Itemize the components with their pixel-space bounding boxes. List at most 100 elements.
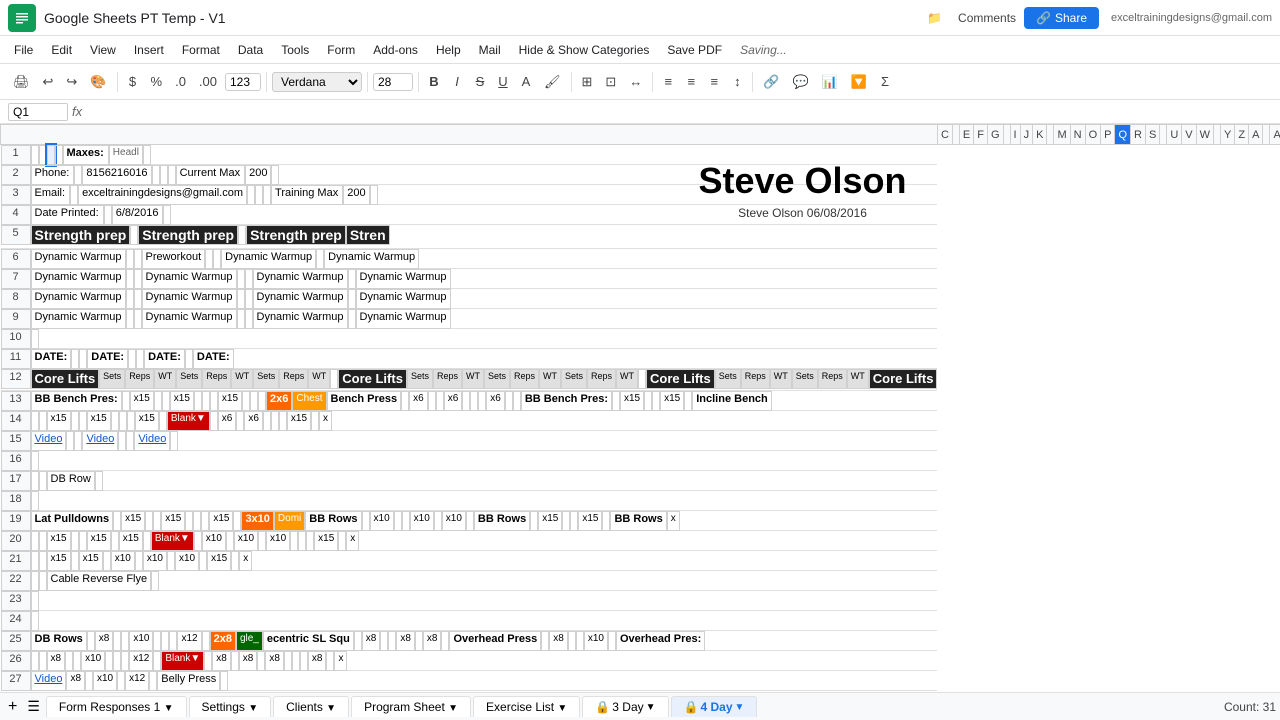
reps-21-6[interactable]: x10 [175, 551, 199, 571]
menu-data[interactable]: Data [230, 41, 271, 59]
cell-av20[interactable]: x [346, 531, 359, 551]
cell-pq5[interactable] [130, 225, 138, 245]
cell-v19[interactable] [394, 511, 402, 531]
cell-r2[interactable] [168, 165, 176, 185]
cell-p3[interactable] [247, 185, 255, 205]
cell-p1[interactable] [39, 145, 47, 165]
tab-settings-arrow[interactable]: ▼ [248, 703, 258, 714]
row11-middle[interactable] [71, 349, 79, 369]
col-AB[interactable] [1263, 125, 1270, 145]
cell-j14[interactable] [111, 411, 119, 431]
bold-button[interactable]: B [424, 72, 444, 91]
tab-4day-arrow[interactable]: ▼ [735, 702, 745, 713]
cell-r14[interactable] [210, 411, 218, 431]
currency-btn[interactable]: $ [123, 72, 143, 91]
cells-r20[interactable] [194, 531, 202, 551]
row11-mid2[interactable] [128, 349, 136, 369]
cell-ab13[interactable] [478, 391, 486, 411]
cell-warmup2-vals8[interactable] [237, 289, 245, 309]
reps-13-2[interactable]: x15 [170, 391, 194, 411]
cell-j13[interactable] [194, 391, 202, 411]
col-AA[interactable]: A [1249, 125, 1263, 145]
reps-20-6[interactable]: x10 [266, 531, 290, 551]
cells-right22[interactable] [151, 571, 159, 591]
tab-3day[interactable]: 🔒 3 Day ▼ [582, 696, 668, 717]
cell-q20-blank[interactable]: Blank▼ [151, 531, 194, 551]
reps-14-5[interactable]: x6 [244, 411, 263, 431]
cells-v21[interactable] [135, 551, 143, 571]
cell-w13[interactable] [436, 391, 444, 411]
cell-av21[interactable]: x [239, 551, 252, 571]
cell-d3[interactable] [70, 185, 78, 205]
cells-ab25[interactable] [441, 631, 449, 651]
cell-k26[interactable] [113, 651, 121, 671]
tab-exercise-list[interactable]: Exercise List ▼ [473, 696, 580, 717]
cell-warmup2-vals[interactable] [205, 249, 213, 269]
cell-pq8[interactable] [134, 289, 142, 309]
menu-view[interactable]: View [82, 41, 124, 59]
tab-settings[interactable]: Settings ▼ [189, 696, 272, 717]
cell-r13[interactable]: Chest [292, 391, 326, 411]
reps-20-2[interactable]: x15 [87, 531, 111, 551]
menu-hide-show[interactable]: Hide & Show Categories [511, 41, 658, 59]
cell-r19[interactable]: Domi [274, 511, 305, 531]
cell-pq7[interactable] [134, 269, 142, 289]
reps-27-1[interactable]: x8 [66, 671, 85, 691]
cell-an25[interactable] [576, 631, 584, 651]
filter-button[interactable]: 🔽 [846, 72, 872, 92]
cell-mid12[interactable] [638, 369, 646, 389]
cell-g13[interactable] [154, 391, 162, 411]
cell-c20[interactable] [31, 531, 39, 551]
italic-button[interactable]: I [447, 72, 467, 91]
col-S[interactable]: S [1145, 125, 1159, 145]
cells-ab19[interactable] [466, 511, 474, 531]
reps-13-6[interactable]: x6 [486, 391, 505, 411]
menu-file[interactable]: File [6, 41, 41, 59]
cell-av19[interactable]: x [667, 511, 680, 531]
cell-pq9[interactable] [134, 309, 142, 329]
cell-ai14[interactable] [271, 411, 279, 431]
cell-ak25[interactable] [541, 631, 549, 651]
formula-input[interactable] [86, 105, 1272, 119]
col-H[interactable] [1003, 125, 1010, 145]
cell-warmup3-vals7[interactable] [348, 269, 356, 289]
reps-26-4[interactable]: x8 [212, 651, 231, 671]
cell-ak19[interactable] [530, 511, 538, 531]
reps-26-3[interactable]: x12 [129, 651, 153, 671]
cell-c1[interactable] [31, 145, 39, 165]
cell-am13[interactable] [644, 391, 652, 411]
cell-c26[interactable] [31, 651, 39, 671]
cells-mid15[interactable] [126, 431, 134, 451]
cell-right3[interactable] [370, 185, 378, 205]
cells-ab20[interactable] [290, 531, 298, 551]
decimal-inc[interactable]: .00 [194, 72, 222, 91]
cell-warmup-3b[interactable] [126, 289, 134, 309]
cell-ak13[interactable] [612, 391, 620, 411]
cells-n14[interactable] [159, 411, 167, 431]
col-W[interactable]: W [1196, 125, 1213, 145]
col-C[interactable]: C [937, 125, 952, 145]
col-O[interactable]: O [1085, 125, 1101, 145]
tab-clients-arrow[interactable]: ▼ [326, 703, 336, 714]
col-G[interactable]: G [987, 125, 1003, 145]
cells-v20[interactable] [226, 531, 234, 551]
cell-v25[interactable] [380, 631, 388, 651]
cells-am14[interactable] [311, 411, 319, 431]
cells-n25[interactable] [202, 631, 210, 651]
reps-20-1[interactable]: x15 [47, 531, 71, 551]
reps-14-2[interactable]: x15 [87, 411, 111, 431]
cell-an13[interactable] [652, 391, 660, 411]
reps-14-7[interactable]: x15 [287, 411, 311, 431]
cell-mid7[interactable] [245, 269, 253, 289]
cell-mid11[interactable] [136, 349, 144, 369]
cell-h13[interactable] [162, 391, 170, 411]
print-button[interactable]: 🖨 [8, 72, 35, 92]
strikethrough-button[interactable]: S [470, 72, 490, 91]
menu-mail[interactable]: Mail [471, 41, 509, 59]
reps-21-1[interactable]: x15 [47, 551, 71, 571]
col-AC[interactable]: AC [1270, 125, 1280, 145]
chart-button[interactable]: 📊 [817, 72, 843, 92]
cell-q1[interactable] [47, 145, 55, 165]
reps-13-5[interactable]: x6 [444, 391, 463, 411]
align-left[interactable]: ≡ [658, 72, 678, 91]
